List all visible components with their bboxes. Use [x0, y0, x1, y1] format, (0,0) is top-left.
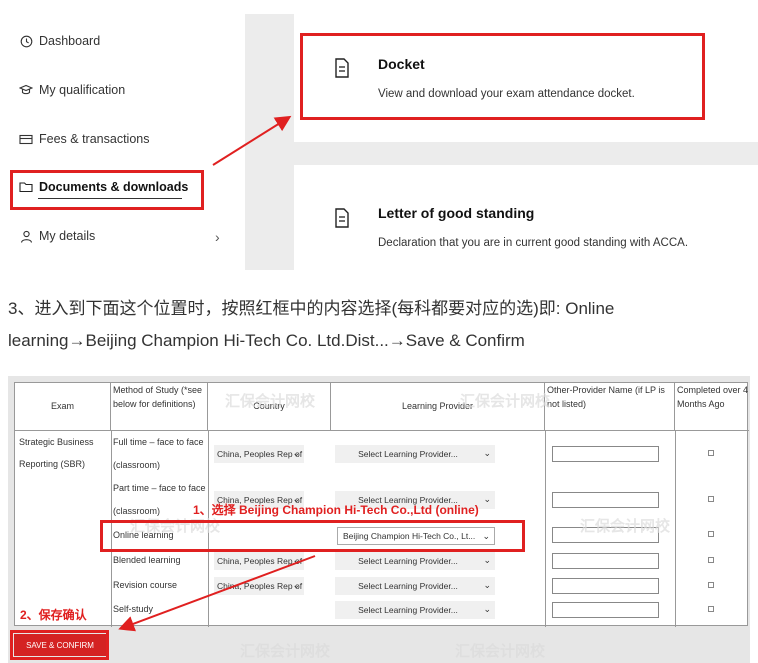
- other-provider-input[interactable]: [552, 602, 659, 618]
- provider-select[interactable]: Select Learning Provider... ⌄: [335, 445, 495, 463]
- sidebar-item-label: My details: [39, 229, 96, 243]
- highlight-box-docket: [300, 33, 705, 120]
- completed-checkbox[interactable]: [708, 606, 714, 612]
- watermark: 汇保会计网校: [580, 518, 671, 535]
- graduation-cap-icon: [19, 83, 33, 97]
- letter-card[interactable]: Letter of good standing Declaration that…: [294, 165, 758, 270]
- header-exam: Exam: [15, 383, 111, 431]
- provider-select[interactable]: Select Learning Provider... ⌄: [335, 601, 495, 619]
- annotation-step-1: 1、选择 Beijing Champion Hi-Tech Co.,Ltd (o…: [193, 503, 479, 517]
- other-provider-input[interactable]: [552, 446, 659, 462]
- provider-select[interactable]: Select Learning Provider... ⌄: [335, 577, 495, 595]
- chevron-down-icon: ⌄: [483, 555, 491, 565]
- chevron-right-icon[interactable]: ›: [215, 229, 220, 245]
- method-label: Self-study: [113, 604, 154, 614]
- country-select[interactable]: China, Peoples Rep of ⌄: [214, 445, 304, 463]
- sidebar-item-label: Fees & transactions: [39, 132, 150, 146]
- chevron-down-icon: ⌄: [483, 448, 491, 458]
- sidebar-item-qualification[interactable]: My qualification: [19, 83, 125, 97]
- method-label: Blended learning: [113, 555, 181, 565]
- chevron-down-icon: ⌄: [483, 494, 491, 504]
- portal-screenshot: Dashboard My qualification Fees & transa…: [0, 0, 758, 270]
- completed-checkbox[interactable]: [708, 450, 714, 456]
- country-select[interactable]: China, Peoples Rep of ⌄: [214, 577, 304, 595]
- exam-name: Strategic Business: [19, 437, 94, 447]
- completed-checkbox[interactable]: [708, 531, 714, 537]
- annotation-step-2: 2、保存确认: [20, 608, 87, 622]
- highlight-box-online: [100, 520, 525, 552]
- sidebar-item-label: My qualification: [39, 83, 126, 97]
- sidebar-item-label: Dashboard: [39, 34, 101, 48]
- card-desc: Declaration that you are in current good…: [378, 237, 689, 249]
- watermark: 汇保会计网校: [240, 643, 331, 660]
- watermark: 汇保会计网校: [225, 393, 316, 410]
- instruction-line-2: learning→Beijing Champion Hi-Tech Co. Lt…: [8, 331, 525, 350]
- person-icon: [19, 229, 33, 243]
- country-select[interactable]: China, Peoples Rep of ⌄: [214, 552, 304, 570]
- sidebar: Dashboard My qualification Fees & transa…: [0, 0, 245, 270]
- provider-select[interactable]: Select Learning Provider... ⌄: [335, 552, 495, 570]
- document-icon: [334, 208, 350, 228]
- header-other-provider: Other-Provider Name (if LP is not listed…: [545, 383, 675, 431]
- completed-checkbox[interactable]: [708, 557, 714, 563]
- save-confirm-button[interactable]: SAVE & CONFIRM: [14, 634, 106, 656]
- other-provider-input[interactable]: [552, 553, 659, 569]
- highlight-box-documents: [10, 170, 204, 210]
- sidebar-item-fees[interactable]: Fees & transactions: [19, 132, 149, 146]
- method-label: Part time – face to face: [113, 483, 206, 493]
- completed-checkbox[interactable]: [708, 582, 714, 588]
- other-provider-input[interactable]: [552, 578, 659, 594]
- chevron-down-icon: ⌄: [292, 580, 300, 590]
- card-title: Letter of good standing: [378, 205, 535, 221]
- watermark: 汇保会计网校: [460, 393, 551, 410]
- instruction-line-1: 3、进入到下面这个位置时，按照红框中的内容选择(每科都要对应的选)即: Onli…: [8, 299, 615, 318]
- clock-icon: [19, 34, 33, 48]
- chevron-down-icon: ⌄: [483, 604, 491, 614]
- header-completed: Completed over 4 Months Ago: [675, 383, 749, 431]
- chevron-down-icon: ⌄: [292, 448, 300, 458]
- method-label: (classroom): [113, 460, 161, 470]
- sidebar-item-dashboard[interactable]: Dashboard: [19, 34, 100, 48]
- completed-checkbox[interactable]: [708, 496, 714, 502]
- method-label: Revision course: [113, 580, 178, 590]
- sidebar-item-details[interactable]: My details: [19, 229, 95, 243]
- watermark: 汇保会计网校: [455, 643, 546, 660]
- card-icon: [19, 132, 33, 146]
- method-label: Full time – face to face: [113, 437, 204, 447]
- chevron-down-icon: ⌄: [292, 555, 300, 565]
- exam-code: Reporting (SBR): [19, 459, 86, 469]
- header-method: Method of Study (*see below for definiti…: [111, 383, 208, 431]
- chevron-down-icon: ⌄: [483, 580, 491, 590]
- other-provider-input[interactable]: [552, 492, 659, 508]
